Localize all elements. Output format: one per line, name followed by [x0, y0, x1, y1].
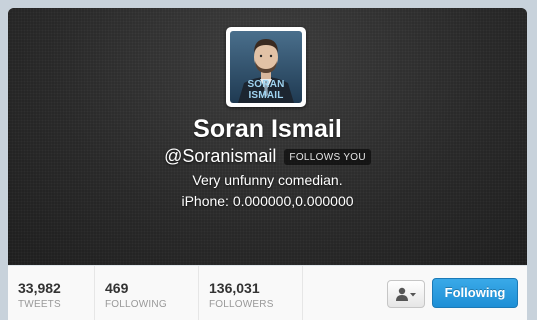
avatar-stamp-text: SORAN ISMAIL — [247, 79, 285, 101]
stat-tweets[interactable]: 33,982 TWEETS — [8, 266, 95, 320]
stat-following-label: FOLLOWING — [105, 299, 167, 310]
stat-tweets-value: 33,982 — [18, 280, 61, 296]
profile-location: iPhone: 0.000000,0.000000 — [181, 193, 354, 209]
profile-card: SORAN ISMAIL Soran Ismail @Soranismail F… — [8, 8, 527, 320]
stat-tweets-label: TWEETS — [18, 299, 61, 310]
screen-name-row: @Soranismail FOLLOWS YOU — [8, 146, 527, 167]
avatar: SORAN ISMAIL — [230, 31, 302, 103]
user-icon — [396, 287, 416, 301]
profile-full-name: Soran Ismail — [193, 115, 342, 143]
user-actions-dropdown[interactable] — [387, 280, 425, 308]
stat-following[interactable]: 469 FOLLOWING — [95, 266, 199, 320]
stat-followers-label: FOLLOWERS — [209, 299, 274, 310]
profile-header: SORAN ISMAIL Soran Ismail @Soranismail F… — [8, 8, 527, 265]
stat-following-value: 469 — [105, 280, 129, 296]
follows-you-badge: FOLLOWS YOU — [284, 148, 371, 165]
caret-down-icon — [410, 293, 416, 297]
profile-bio: Very unfunny comedian. — [192, 172, 343, 188]
stat-followers[interactable]: 136,031 FOLLOWERS — [199, 266, 303, 320]
profile-screen-name[interactable]: @Soranismail — [164, 146, 276, 167]
stat-followers-value: 136,031 — [209, 280, 260, 296]
avatar-frame[interactable]: SORAN ISMAIL — [226, 27, 306, 107]
following-button[interactable]: Following — [432, 278, 518, 308]
